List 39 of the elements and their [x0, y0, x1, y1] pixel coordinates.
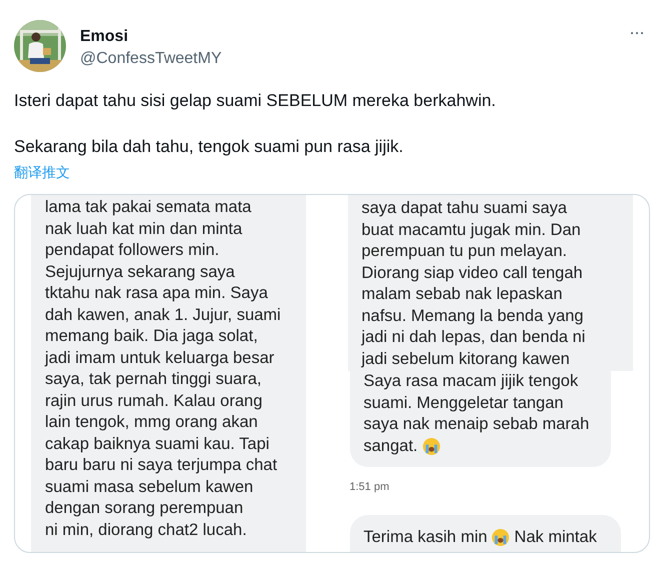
message-line: saya, tak pernah tinggi suara, [45, 369, 262, 390]
tweet-text: Sekarang bila dah tahu, tengok suami pun rasa jijik. [14, 136, 404, 158]
message-line: ni min, diorang chat2 lucah. [45, 520, 248, 540]
message-line: Terima kasih min [364, 527, 488, 548]
message-line: sangat. [364, 436, 418, 456]
message-line: Nak mintak [514, 527, 597, 548]
message-line: Sejujurnya sekarang saya [45, 262, 236, 282]
message-line: suami masa sebelum kawen [45, 476, 254, 498]
tweet-text: Isteri dapat tahu sisi gelap suami SEBELUM mereka berkahwin. [14, 90, 497, 112]
message-line: cakap baiknya suami kau. Tapi [45, 434, 270, 454]
author-name[interactable]: Emosi [80, 28, 610, 46]
message-line: baru baru ni saya terjumpa chat [45, 455, 278, 476]
message-time: 1:51 pm [350, 481, 390, 493]
message-line: nak luah kat min dan minta [45, 218, 244, 240]
message-line: jadi sebelum kitorang kawen [362, 348, 571, 370]
message-line: nafsu. Memang la benda yang [362, 306, 584, 326]
message-line: perempuan tu pun melayan. [362, 241, 568, 262]
message-line: lama tak pakai semata mata [45, 197, 252, 218]
author-handle[interactable]: @ConfessTweetMY [80, 50, 610, 68]
more-button[interactable]: ··· [623, 22, 650, 43]
message-line: pendapat followers min. [45, 240, 220, 261]
message-line: saya dapat tahu suami saya [362, 198, 568, 219]
message-line: jadi imam untuk keluarga besar [45, 348, 276, 368]
message-line: memang baik. Dia jaga solat, [45, 326, 259, 347]
message-line: jadi ni dah lepas, dan benda ni [362, 327, 586, 348]
message-line: Diorang siap video call tengah [362, 262, 584, 284]
message-line: suami. Menggeletar tangan [364, 392, 564, 414]
message-line: dengan sorang perempuan [45, 498, 244, 519]
message-line: lain tengok, mmg orang akan [45, 412, 259, 433]
message-line: malam sebab nak lepaskan [362, 284, 564, 305]
message-line: tktahu nak rasa apa min. Saya [45, 283, 269, 304]
message-line: rajin urus rumah. Kalau orang [45, 390, 264, 412]
message-line: saya nak menaip sebab marah [364, 414, 590, 435]
message-line: dah kawen, anak 1. Jujur, suami [45, 304, 282, 326]
crying-emoji-icon [422, 436, 441, 456]
crying-emoji-icon [491, 528, 510, 548]
message-line: Saya rasa macam jijik tengok [364, 371, 578, 392]
message-line: buat macamtu jugak min. Dan [362, 220, 582, 240]
media-card[interactable] [14, 194, 650, 553]
